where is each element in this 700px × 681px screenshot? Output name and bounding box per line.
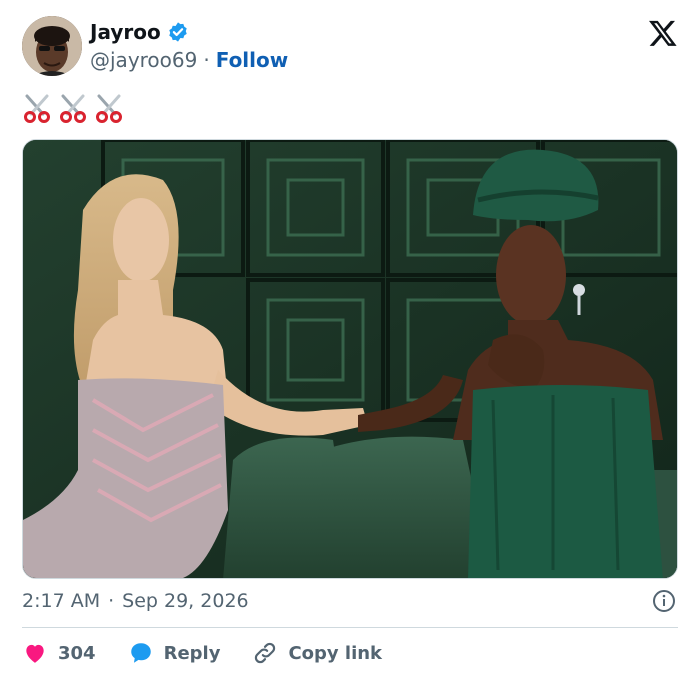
tweet-embed-card: Jayroo @jayroo69 · Follow ✂️✂️✂️ xyxy=(0,0,700,681)
avatar-photo xyxy=(22,16,82,76)
reply-label: Reply xyxy=(163,642,221,664)
photo-image xyxy=(23,140,677,578)
tweet-media-photo[interactable] xyxy=(22,139,678,579)
tweet-actions: 304 Reply Copy link xyxy=(22,638,414,668)
reply-button[interactable]: Reply xyxy=(128,640,221,666)
copy-link-label: Copy link xyxy=(288,642,383,664)
handle-row: @jayroo69 · Follow xyxy=(90,48,288,72)
scissors-icon xyxy=(96,94,122,123)
link-icon xyxy=(255,642,276,664)
tweet-text: ✂️✂️✂️ xyxy=(22,90,124,126)
follow-button[interactable]: Follow xyxy=(216,48,289,72)
heart-icon xyxy=(26,644,44,663)
verified-badge-icon xyxy=(168,22,187,42)
reply-bubble-icon xyxy=(130,643,151,663)
tweet-timestamp[interactable]: 2:17 AM · Sep 29, 2026 xyxy=(22,590,249,612)
tweet-time: 2:17 AM xyxy=(22,590,101,612)
timestamp-separator: · xyxy=(108,590,115,612)
like-button[interactable]: 304 xyxy=(22,640,96,666)
scissors-icon xyxy=(24,94,50,123)
like-count: 304 xyxy=(58,642,96,664)
author-handle[interactable]: @jayroo69 xyxy=(90,48,197,72)
info-icon[interactable] xyxy=(652,589,676,613)
scissors-icon xyxy=(60,94,86,123)
handle-separator: · xyxy=(203,48,210,72)
x-logo-icon[interactable] xyxy=(648,18,678,48)
author-name[interactable]: Jayroo xyxy=(90,20,161,44)
author-avatar[interactable] xyxy=(22,16,82,76)
action-divider xyxy=(22,627,678,628)
copy-link-button[interactable]: Copy link xyxy=(252,640,382,666)
tweet-date: Sep 29, 2026 xyxy=(122,590,249,612)
author-name-row[interactable]: Jayroo xyxy=(90,20,189,44)
